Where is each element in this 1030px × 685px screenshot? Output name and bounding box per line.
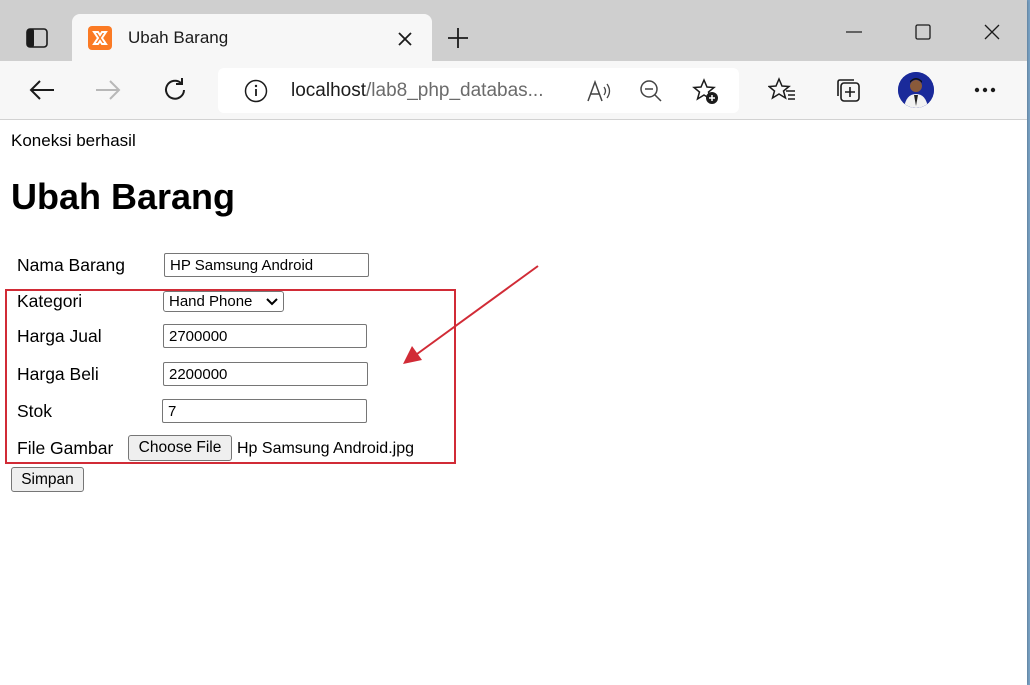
- info-icon[interactable]: [244, 79, 268, 103]
- add-favorite-icon[interactable]: [692, 78, 720, 106]
- refresh-icon: [165, 78, 185, 100]
- close-icon: [984, 24, 1000, 40]
- page-title: Ubah Barang: [11, 176, 236, 217]
- url-path: /lab8_php_databas...: [366, 80, 544, 101]
- browser-toolbar: localhost/lab8_php_databas...: [0, 61, 1027, 120]
- refresh-button[interactable]: [155, 71, 195, 109]
- new-tab-button[interactable]: [440, 20, 476, 56]
- simpan-button[interactable]: Simpan: [11, 467, 84, 492]
- close-icon: [398, 32, 412, 46]
- more-icon: [974, 87, 996, 93]
- back-arrow-icon: [29, 80, 54, 100]
- forward-button[interactable]: [88, 71, 128, 109]
- tab-bar: Ubah Barang: [0, 0, 1027, 61]
- nama-label: Nama Barang: [17, 255, 125, 275]
- page-content: Koneksi berhasil Ubah Barang Nama Barang…: [0, 120, 1026, 685]
- favorites-icon: [768, 77, 795, 100]
- xampp-favicon-icon: [88, 26, 112, 50]
- maximize-icon: [915, 24, 931, 40]
- browser-window: Ubah Barang localhost/lab8_php_databas..…: [0, 0, 1027, 685]
- maximize-button[interactable]: [900, 14, 946, 50]
- plus-icon: [448, 28, 468, 48]
- nama-input[interactable]: [164, 253, 369, 277]
- window-close-button[interactable]: [969, 14, 1015, 50]
- tab-active[interactable]: Ubah Barang: [72, 14, 432, 61]
- read-aloud-icon[interactable]: [586, 79, 612, 103]
- url-text[interactable]: localhost/lab8_php_databas...: [291, 80, 544, 102]
- tab-close-button[interactable]: [390, 24, 420, 54]
- highlight-box: [5, 289, 456, 464]
- more-options-button[interactable]: [965, 71, 1005, 109]
- zoom-out-icon[interactable]: [639, 79, 663, 103]
- minimize-button[interactable]: [831, 14, 877, 50]
- avatar-image: [898, 72, 934, 108]
- address-bar[interactable]: localhost/lab8_php_databas...: [218, 68, 739, 113]
- tab-title: Ubah Barang: [128, 28, 229, 47]
- forward-arrow-icon: [96, 80, 121, 100]
- collections-icon: [837, 79, 860, 102]
- profile-avatar[interactable]: [898, 72, 934, 108]
- minimize-icon: [846, 31, 862, 33]
- tab-actions-icon: [26, 28, 48, 48]
- url-host: localhost: [291, 80, 366, 101]
- connection-status: Koneksi berhasil: [11, 131, 136, 150]
- tab-actions-button[interactable]: [18, 22, 56, 54]
- arrow-annotation: [403, 265, 539, 364]
- favorites-button[interactable]: [762, 71, 802, 109]
- back-button[interactable]: [22, 71, 62, 109]
- collections-button[interactable]: [828, 71, 868, 109]
